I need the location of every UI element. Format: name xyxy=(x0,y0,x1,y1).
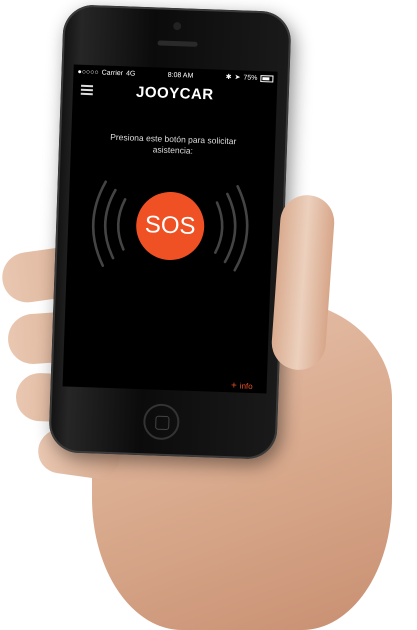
info-link[interactable]: + info xyxy=(231,380,253,392)
carrier-label: Carrier xyxy=(101,69,124,77)
home-button[interactable] xyxy=(142,403,180,441)
bluetooth-icon: ✱ xyxy=(225,73,232,82)
sos-area: SOS xyxy=(89,173,252,279)
battery-icon xyxy=(260,74,274,83)
phone-device: ●○○○○ Carrier 4G 8:08 AM ✱ ➤ 75% JOOYCAR… xyxy=(48,4,292,460)
info-label: info xyxy=(239,381,253,391)
signal-icon: ●○○○○ xyxy=(77,68,99,76)
phone-screen: ●○○○○ Carrier 4G 8:08 AM ✱ ➤ 75% JOOYCAR… xyxy=(62,64,278,394)
front-camera xyxy=(173,21,182,31)
assistance-prompt: Presiona este botón para solicitar asist… xyxy=(110,131,237,156)
app-logo: JOOYCAR xyxy=(135,83,214,103)
network-label: 4G xyxy=(125,69,136,78)
earpiece xyxy=(157,40,198,47)
battery-percent: 75% xyxy=(243,73,258,82)
plus-icon: + xyxy=(230,380,237,392)
location-icon: ➤ xyxy=(234,74,241,82)
status-time: 8:08 AM xyxy=(167,71,194,80)
hamburger-menu-icon[interactable] xyxy=(80,84,94,95)
